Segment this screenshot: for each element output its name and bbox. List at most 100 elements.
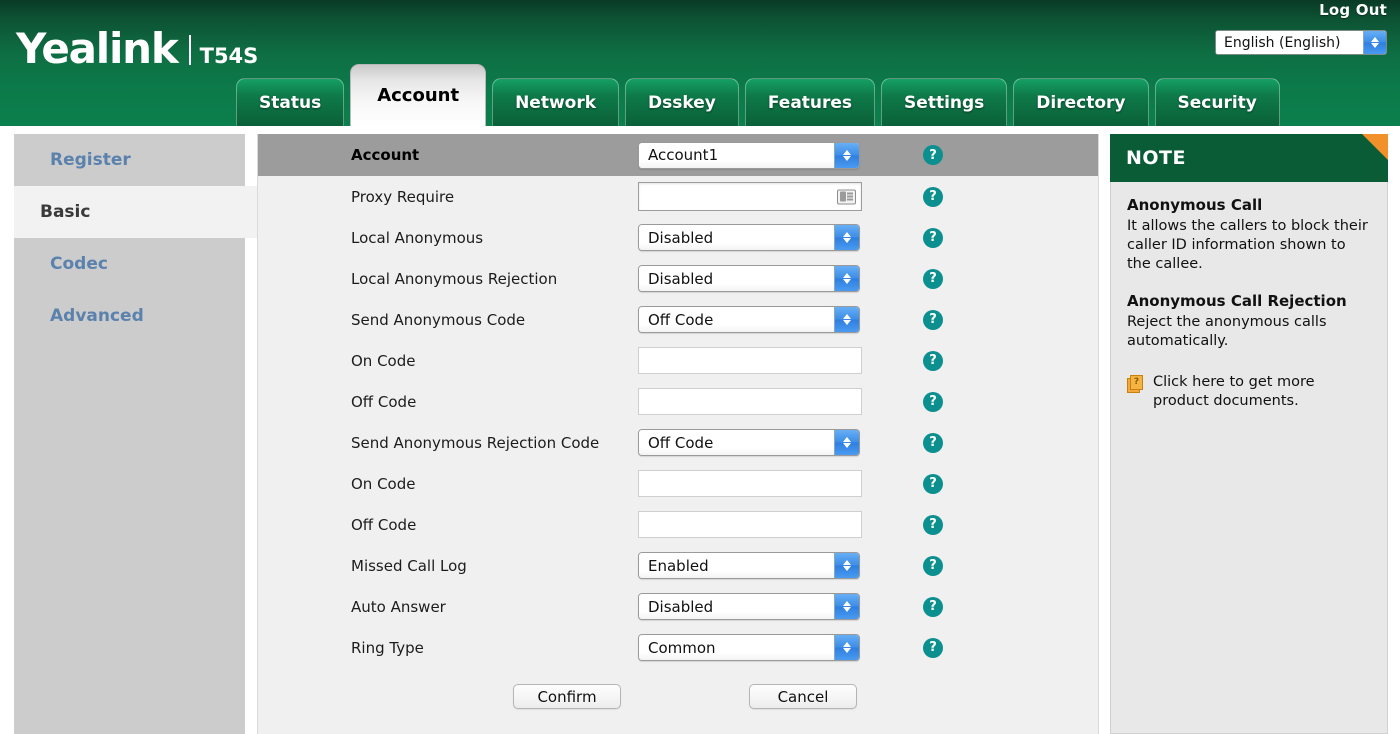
confirm-button[interactable]: Confirm [513, 684, 621, 709]
spinner-arrows-icon[interactable] [1363, 31, 1386, 54]
tab-network[interactable]: Network [492, 78, 620, 126]
product-docs-link-text: Click here to get more product documents… [1153, 374, 1315, 410]
select-ring-type[interactable]: Common [638, 634, 860, 661]
account-select[interactable]: Account1 [638, 141, 860, 169]
tab-dsskey[interactable]: Dsskey [625, 78, 739, 126]
spinner-arrows-icon[interactable] [834, 430, 859, 455]
form-actions: Confirm Cancel [258, 684, 1098, 709]
question-mark-icon[interactable]: ? [923, 309, 943, 330]
select-send-anonymous-code[interactable]: Off Code [638, 306, 860, 333]
field-label-send-anonymous-code: Send Anonymous Code [351, 310, 526, 329]
tab-account[interactable]: Account [350, 64, 487, 126]
contact-card-icon[interactable] [837, 189, 856, 204]
input-on-code-7[interactable] [638, 470, 862, 497]
select-value-send-anonymous-code: Off Code [639, 307, 834, 332]
field-label-ring-type: Ring Type [351, 638, 424, 657]
select-missed-call-log[interactable]: Enabled [638, 552, 860, 579]
tab-status[interactable]: Status [236, 78, 345, 126]
account-select-value: Account1 [639, 142, 834, 168]
tab-features[interactable]: Features [744, 78, 876, 126]
language-select-value: English (English) [1216, 31, 1363, 54]
language-select[interactable]: English (English) [1215, 30, 1387, 55]
app-header: Log Out English (English) Yealink T54S S… [0, 0, 1400, 126]
question-mark-icon[interactable]: ? [923, 514, 943, 535]
tab-directory[interactable]: Directory [1013, 78, 1149, 126]
question-mark-icon[interactable]: ? [923, 473, 943, 494]
field-label-missed-call-log: Missed Call Log [351, 556, 467, 575]
chevron-up-icon [843, 601, 851, 606]
help-cell-off-code: ? [898, 391, 978, 412]
logout-link[interactable]: Log Out [1319, 1, 1387, 19]
spinner-arrows-icon[interactable] [834, 635, 859, 660]
chevron-up-icon [843, 437, 851, 442]
field-control-off-code [638, 511, 898, 538]
field-control-proxy-require [638, 182, 898, 211]
help-cell-local-anonymous: ? [898, 227, 978, 248]
question-mark-icon[interactable]: ? [923, 350, 943, 371]
help-cell-auto-answer: ? [898, 596, 978, 617]
input-on-code-4[interactable] [638, 347, 862, 374]
main-tab-bar: Status Account Network Dsskey Features Settin… [236, 60, 1286, 126]
chevron-down-icon [843, 279, 851, 284]
help-cell-off-code: ? [898, 514, 978, 535]
question-mark-icon[interactable]: ? [923, 596, 943, 617]
chevron-up-icon [843, 314, 851, 319]
spinner-arrows-icon[interactable] [834, 553, 859, 578]
field-label-auto-answer: Auto Answer [351, 597, 446, 616]
spinner-arrows-icon[interactable] [834, 307, 859, 332]
spinner-arrows-icon[interactable] [834, 142, 859, 168]
tab-security[interactable]: Security [1154, 78, 1280, 126]
field-control-auto-answer: Disabled [638, 593, 898, 620]
settings-panel: Account Account1 ? Proxy Require? Local A… [257, 134, 1099, 734]
question-mark-icon[interactable]: ? [923, 432, 943, 453]
sidebar-item-codec[interactable]: Codec [14, 238, 245, 290]
tab-settings[interactable]: Settings [881, 78, 1008, 126]
chevron-down-icon [843, 155, 851, 161]
select-local-anonymous[interactable]: Disabled [638, 224, 860, 251]
select-auto-answer[interactable]: Disabled [638, 593, 860, 620]
documents-help-icon[interactable]: ? [1127, 375, 1144, 394]
help-cell-on-code: ? [898, 473, 978, 494]
question-mark-icon[interactable]: ? [923, 555, 943, 576]
sidebar-item-advanced[interactable]: Advanced [14, 290, 245, 342]
question-mark-icon[interactable]: ? [923, 637, 943, 658]
note-text: It allows the callers to block their cal… [1127, 217, 1368, 273]
question-mark-icon[interactable]: ? [923, 227, 943, 248]
form-row-local-anonymous: Local Anonymous Disabled? [258, 217, 1098, 258]
question-mark-icon[interactable]: ? [923, 145, 943, 165]
cancel-button[interactable]: Cancel [749, 684, 857, 709]
chevron-up-icon [1371, 37, 1379, 42]
form-row-proxy-require: Proxy Require? [258, 176, 1098, 217]
select-local-anonymous-rejection[interactable]: Disabled [638, 265, 860, 292]
spinner-arrows-icon[interactable] [834, 225, 859, 250]
input-wrapper-proxy-require [638, 182, 862, 211]
question-mark-icon[interactable]: ? [923, 268, 943, 289]
note-heading: Anonymous Call [1127, 196, 1263, 214]
spinner-arrows-icon[interactable] [834, 594, 859, 619]
field-label-off-code: Off Code [351, 392, 417, 411]
form-row-ring-type: Ring Type Common? [258, 627, 1098, 668]
select-value-local-anonymous-rejection: Disabled [639, 266, 834, 291]
field-label-local-anonymous-rejection: Local Anonymous Rejection [351, 269, 558, 288]
product-docs-link[interactable]: ? Click here to get more product documen… [1127, 373, 1371, 411]
spinner-arrows-icon[interactable] [834, 266, 859, 291]
chevron-down-icon [843, 607, 851, 612]
field-control-on-code [638, 347, 898, 374]
form-row-on-code: On Code? [258, 340, 1098, 381]
chevron-down-icon [843, 648, 851, 653]
sidebar-item-basic[interactable]: Basic [14, 186, 257, 238]
question-mark-icon[interactable]: ? [923, 186, 943, 207]
note-panel-title: NOTE [1126, 147, 1186, 169]
chevron-up-icon [843, 232, 851, 237]
input-off-code-8[interactable] [638, 511, 862, 538]
chevron-down-icon [843, 443, 851, 448]
sidebar-item-register[interactable]: Register [14, 134, 245, 186]
form-row-off-code: Off Code? [258, 381, 1098, 422]
question-mark-icon[interactable]: ? [923, 391, 943, 412]
select-send-anonymous-rejection-code[interactable]: Off Code [638, 429, 860, 456]
input-proxy-require[interactable] [638, 182, 862, 211]
note-sections: Anonymous Call It allows the callers to b… [1127, 196, 1371, 351]
chevron-down-icon [843, 566, 851, 571]
folded-corner-icon [1362, 134, 1388, 160]
input-off-code-5[interactable] [638, 388, 862, 415]
